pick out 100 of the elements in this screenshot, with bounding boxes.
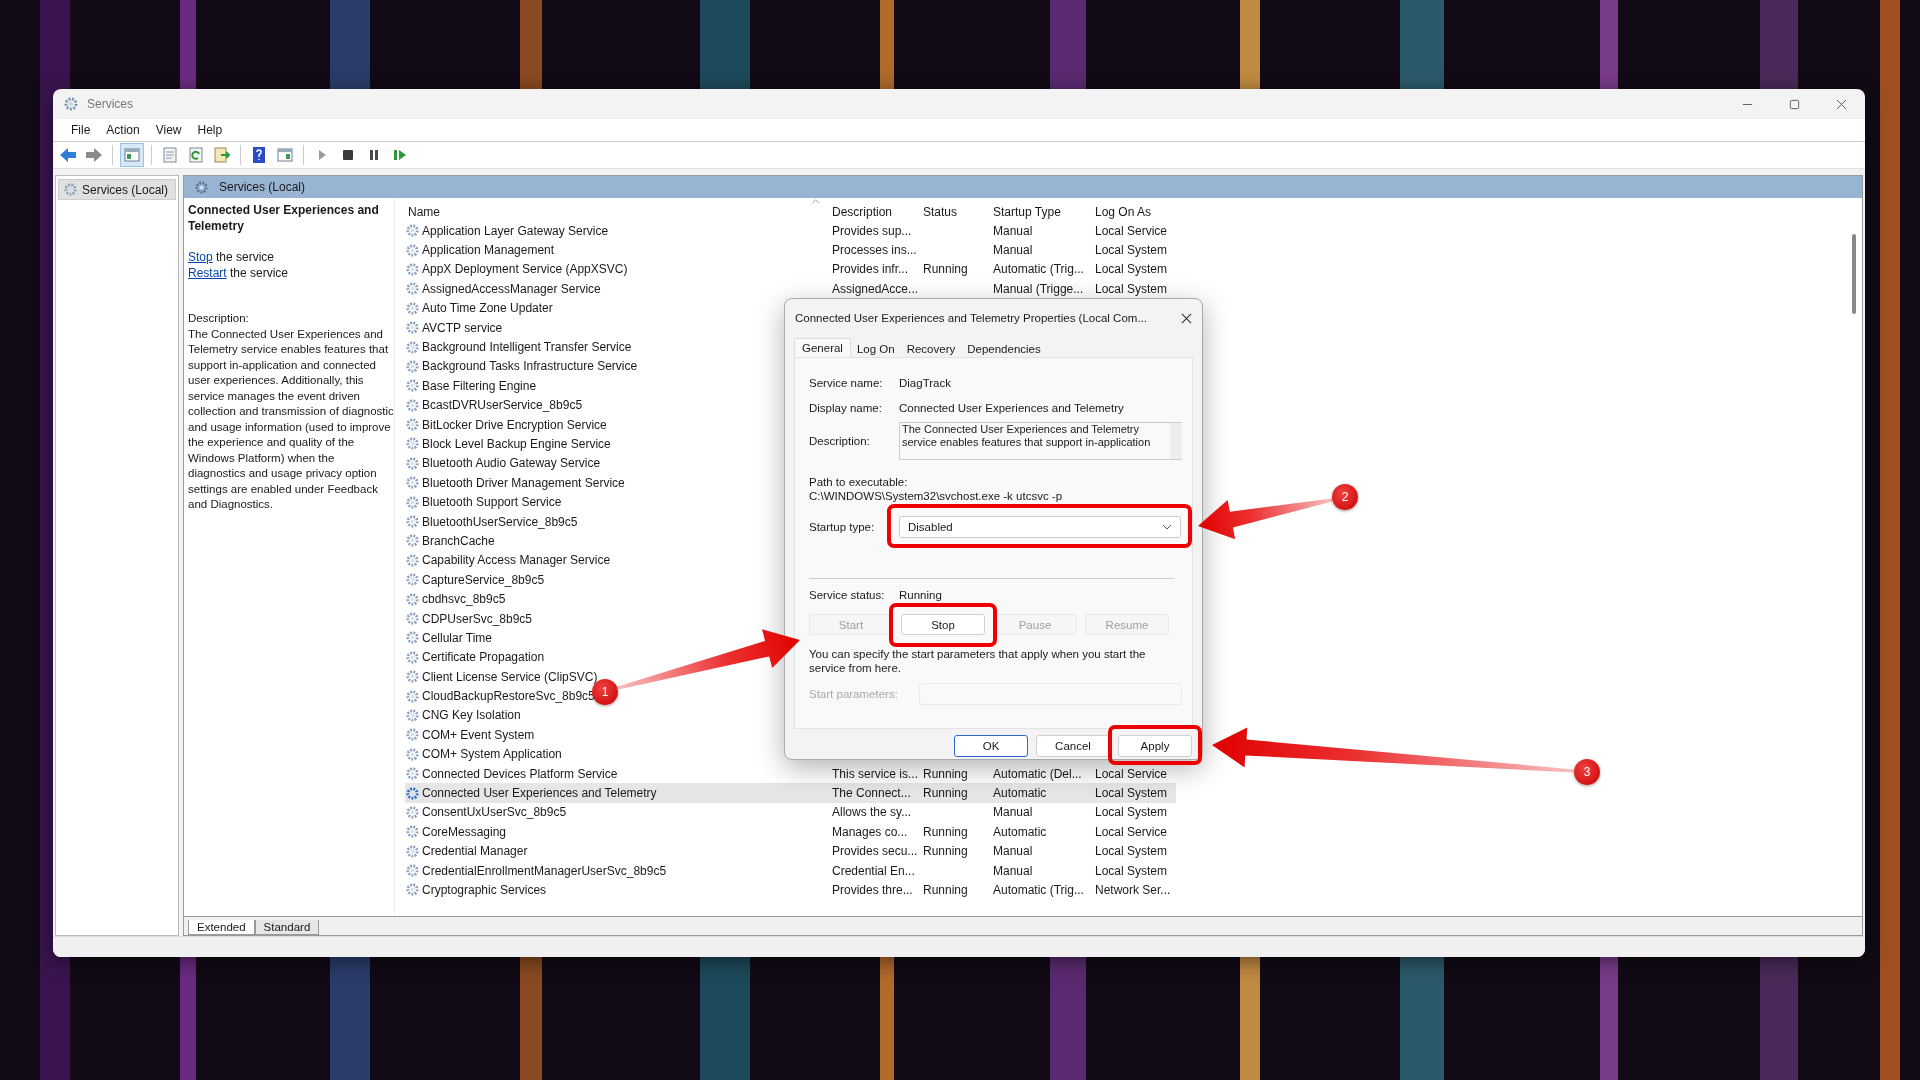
window-title: Services [87,97,133,111]
table-cell[interactable]: Bluetooth Support Service [422,495,562,510]
table-cell[interactable]: Capability Access Manager Service [422,553,611,568]
table-cell: Manages co... [832,824,908,839]
service-button[interactable]: Stop [901,614,985,635]
dialog-button[interactable]: OK [954,735,1028,757]
gear-icon [405,669,420,685]
table-cell[interactable]: Block Level Backup Engine Service [422,437,611,451]
gear-icon [405,358,420,374]
table-cell[interactable]: Application Layer Gateway Service [422,223,609,238]
description-line: service enables features that support in-application [902,436,1152,449]
table-cell[interactable]: Auto Time Zone Updater [422,301,553,316]
gear-icon [405,727,420,743]
gear-icon [405,455,420,471]
table-cell: Running [923,766,968,781]
close-icon[interactable] [1836,98,1847,110]
gear-icon [405,281,420,297]
dialog-button[interactable]: Apply [1118,735,1192,757]
table-cell[interactable]: cbdhsvc_8b9c5 [422,592,506,607]
table-cell: Manual [993,863,1033,878]
column-header[interactable]: Description [829,204,920,219]
menu-item[interactable]: File [63,123,99,137]
field-label: Service name: [809,377,884,389]
table-cell[interactable]: Application Management [422,243,555,258]
table-cell[interactable]: Background Intelligent Transfer Service [422,340,632,355]
table-cell[interactable]: COM+ System Application [422,747,562,762]
table-cell[interactable]: Cryptographic Services [422,882,547,897]
dialog-tab[interactable]: General [794,338,851,357]
field-label: Start parameters: [809,688,899,700]
maximize-icon[interactable] [1789,98,1800,110]
service-action-link[interactable]: Restart [188,265,227,280]
table-cell[interactable]: BluetoothUserService_8b9c5 [422,514,578,529]
gear-icon [405,746,420,762]
table-cell: Automatic (Trig... [993,262,1084,277]
dialog-button[interactable]: Cancel [1036,735,1110,757]
export-list-icon[interactable] [211,144,233,166]
gear-icon [405,552,420,568]
table-cell[interactable]: Background Tasks Infrastructure Service [422,359,638,374]
table-cell[interactable]: Certificate Propagation [422,650,545,665]
table-cell[interactable]: Bluetooth Driver Management Service [422,475,625,490]
column-header[interactable]: Name [405,204,829,219]
table-cell[interactable]: Credential Manager [422,844,528,859]
table-cell[interactable]: COM+ Event System [422,727,535,742]
table-cell[interactable]: CaptureService_8b9c5 [422,572,545,587]
view-tab[interactable]: Extended [188,920,255,935]
table-cell[interactable]: CoreMessaging [422,824,507,839]
dialog-tab[interactable]: Recovery [900,341,962,357]
column-header[interactable]: Log On As [1092,204,1176,219]
column-header[interactable]: Status [920,204,990,219]
table-cell: Local Service [1095,766,1168,781]
gear-icon [405,882,420,898]
service-action-link[interactable]: Stop [188,250,213,264]
table-cell[interactable]: CDPUserSvc_8b9c5 [422,611,533,626]
scrollbar-thumb[interactable] [1852,234,1856,314]
table-cell[interactable]: AssignedAccessManager Service [422,281,601,296]
table-cell[interactable]: CloudBackupRestoreSvc_8b9c5 [422,689,595,704]
table-cell[interactable]: Connected User Experiences and Telemetry [422,786,657,800]
table-cell: Local Service [1095,824,1168,839]
gear-icon [405,572,420,588]
table-cell[interactable]: ConsentUxUserSvc_8b9c5 [422,805,567,820]
selected-row[interactable]: Connected User Experiences and Telemetry The Connect... Running Automatic Local System [405,783,1176,803]
view-tab[interactable]: Standard [254,920,320,935]
table-cell: Processes ins... [832,243,917,258]
gear-icon [405,494,420,510]
tree-item[interactable]: Services (Local) [58,179,176,200]
table-cell: AssignedAcce... [832,281,919,296]
table-cell[interactable]: BcastDVRUserService_8b9c5 [422,398,583,413]
path-value: C:\WINDOWS\System32\svchost.exe -k utcsvc -p [809,490,1064,502]
table-cell[interactable]: AVCTP service [422,320,503,335]
dialog-tab[interactable]: Log On [850,341,901,357]
gear-icon [405,242,420,258]
table-cell[interactable]: Bluetooth Audio Gateway Service [422,456,601,471]
field-label: Display name: [809,402,883,414]
gear-icon [405,804,420,820]
dialog-tab[interactable]: Dependencies [961,341,1047,357]
table-cell[interactable]: BranchCache [422,533,495,548]
description-box[interactable]: The Connected User Experiences and Telemetry service enables features that support in-application [899,422,1182,460]
description-text: The Connected User Experiences and Telemetry service enables features that support in-application and connected user experiences. Additionally, this service manages the event driven collection and transmission of diagnostic and usage information (used to improve the experience and quality of the Windows Platform) when the diagnostics and usage privacy option settings are enabled under Feedback and Diagnostics. [188,326,394,512]
menu-item[interactable]: Help [189,123,231,137]
table-cell[interactable]: Cellular Time [422,630,493,645]
table-cell[interactable]: CredentialEnrollmentManagerUserSvc_8b9c5 [422,863,667,878]
gear-icon [405,863,420,879]
window-panel-icon[interactable] [120,143,144,167]
table-cell[interactable]: AppX Deployment Service (AppXSVC) [422,262,628,277]
gear-icon [405,824,420,840]
table-cell[interactable]: BitLocker Drive Encryption Service [422,417,607,432]
table-cell: Local System [1095,844,1168,859]
gear-icon [63,96,79,112]
startup-type-dropdown[interactable]: Disabled [899,516,1181,538]
field-label: Service status: [809,589,886,601]
gear-icon [405,514,420,530]
table-cell[interactable]: CNG Key Isolation [422,708,521,723]
menu-item[interactable]: Action [98,123,148,137]
column-header[interactable]: Startup Type [990,204,1092,219]
table-cell: Running [923,262,968,277]
table-cell[interactable]: Base Filtering Engine [422,378,537,393]
table-cell[interactable]: Connected Devices Platform Service [422,766,618,781]
menu-item[interactable]: View [147,123,190,137]
table-cell: Local System [1095,281,1168,296]
field-label: Description: [809,435,871,447]
